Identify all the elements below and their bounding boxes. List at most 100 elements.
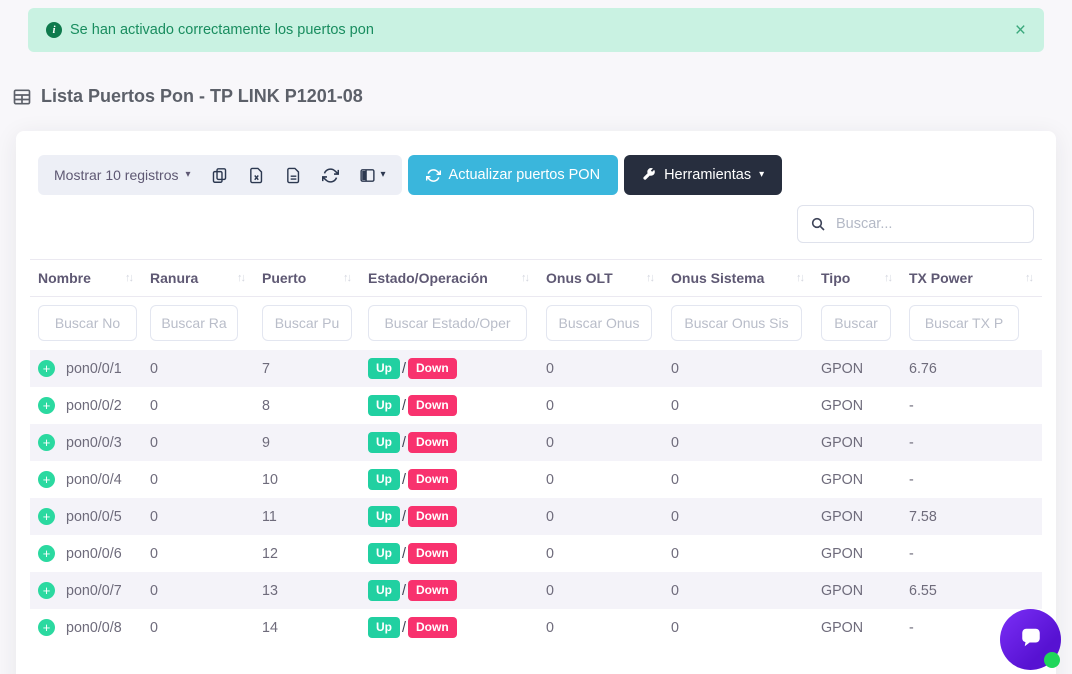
onus-olt-value: 0 — [538, 461, 663, 498]
badge-separator: / — [402, 472, 406, 488]
filter-nombre-input[interactable] — [38, 305, 137, 341]
puerto-value: 11 — [254, 498, 360, 535]
refresh-pon-ports-label: Actualizar puertos PON — [449, 167, 601, 183]
search-icon — [810, 216, 826, 232]
search-input[interactable] — [836, 216, 1023, 232]
column-header-estado[interactable]: Estado/Operación↑↓ — [360, 260, 538, 297]
down-badge[interactable]: Down — [408, 580, 457, 601]
filter-tx-power-input[interactable] — [909, 305, 1019, 341]
sort-icon: ↑↓ — [646, 272, 655, 284]
filter-onus-olt-input[interactable] — [546, 305, 652, 341]
column-label: Onus OLT — [546, 270, 613, 286]
expand-row-icon[interactable]: + — [38, 582, 55, 599]
up-badge[interactable]: Up — [368, 432, 400, 453]
file-lines-icon — [285, 167, 302, 184]
export-excel-button[interactable] — [248, 167, 265, 184]
down-badge[interactable]: Down — [408, 543, 457, 564]
down-badge[interactable]: Down — [408, 358, 457, 379]
chevron-down-icon: ▾ — [381, 170, 386, 180]
ranura-value: 0 — [142, 350, 254, 387]
badge-separator: / — [402, 583, 406, 599]
column-header-onus-olt[interactable]: Onus OLT ↑↓ — [538, 260, 663, 297]
page-title: Lista Puertos Pon - TP LINK P1201-08 — [12, 86, 1060, 107]
filter-tipo-input[interactable] — [821, 305, 891, 341]
up-badge[interactable]: Up — [368, 543, 400, 564]
port-name: pon0/0/7 — [66, 583, 122, 599]
table-row: + pon0/0/1 0 7 Up / Down 0 0 GPON 6.76 — [30, 350, 1042, 387]
refresh-pon-ports-button[interactable]: Actualizar puertos PON — [408, 155, 619, 195]
chevron-down-icon: ▾ — [185, 170, 190, 180]
export-file-button[interactable] — [285, 167, 302, 184]
chat-launcher-button[interactable] — [1000, 609, 1061, 670]
table-toolbar: Mostrar 10 registros ▾ — [38, 155, 1042, 195]
expand-row-icon[interactable]: + — [38, 471, 55, 488]
ranura-value: 0 — [142, 498, 254, 535]
down-badge[interactable]: Down — [408, 469, 457, 490]
up-badge[interactable]: Up — [368, 580, 400, 601]
up-badge[interactable]: Up — [368, 395, 400, 416]
down-badge[interactable]: Down — [408, 617, 457, 638]
down-badge[interactable]: Down — [408, 506, 457, 527]
up-badge[interactable]: Up — [368, 506, 400, 527]
column-label: Ranura — [150, 270, 198, 286]
filter-estado-input[interactable] — [368, 305, 527, 341]
down-badge[interactable]: Down — [408, 432, 457, 453]
column-header-nombre[interactable]: Nombre↑↓ — [30, 260, 142, 297]
column-header-onus-sistema[interactable]: Onus Sistema↑↓ — [663, 260, 813, 297]
column-header-tx-power[interactable]: TX Power ↑↓ — [901, 260, 1042, 297]
tipo-value: GPON — [813, 609, 901, 646]
port-name: pon0/0/8 — [66, 620, 122, 636]
tipo-value: GPON — [813, 387, 901, 424]
sort-icon: ↑↓ — [343, 272, 352, 284]
port-name: pon0/0/2 — [66, 398, 122, 414]
expand-row-icon[interactable]: + — [38, 397, 55, 414]
up-badge[interactable]: Up — [368, 617, 400, 638]
alert-message: Se han activado correctamente los puerto… — [70, 22, 374, 38]
port-name: pon0/0/6 — [66, 546, 122, 562]
refresh-icon — [426, 168, 441, 183]
copy-icon — [211, 167, 228, 184]
up-badge[interactable]: Up — [368, 358, 400, 379]
chat-bubble-icon — [1015, 625, 1047, 655]
column-header-ranura[interactable]: Ranura↑↓ — [142, 260, 254, 297]
expand-row-icon[interactable]: + — [38, 434, 55, 451]
table-header-row: Nombre↑↓ Ranura↑↓ Puerto↑↓ Estado/Operac… — [30, 260, 1042, 297]
down-badge[interactable]: Down — [408, 395, 457, 416]
filter-puerto-input[interactable] — [262, 305, 352, 341]
tx-power-value: - — [901, 424, 1042, 461]
onus-olt-value: 0 — [538, 350, 663, 387]
column-label: Tipo — [821, 270, 850, 286]
tx-power-value: - — [901, 461, 1042, 498]
filter-ranura-input[interactable] — [150, 305, 238, 341]
column-header-tipo[interactable]: Tipo↑↓ — [813, 260, 901, 297]
tools-dropdown-button[interactable]: Herramientas ▾ — [624, 155, 782, 195]
column-label: TX Power — [909, 270, 973, 286]
close-icon[interactable]: × — [1015, 21, 1026, 40]
expand-row-icon[interactable]: + — [38, 360, 55, 377]
entries-per-page-select[interactable]: Mostrar 10 registros ▾ — [54, 167, 191, 183]
reload-table-button[interactable] — [322, 167, 339, 184]
puerto-value: 9 — [254, 424, 360, 461]
onus-sistema-value: 0 — [663, 498, 813, 535]
column-header-puerto[interactable]: Puerto↑↓ — [254, 260, 360, 297]
port-name: pon0/0/5 — [66, 509, 122, 525]
onus-sistema-value: 0 — [663, 609, 813, 646]
filter-onus-sistema-input[interactable] — [671, 305, 802, 341]
sort-icon: ↑↓ — [1025, 272, 1034, 284]
column-visibility-button[interactable]: ▾ — [359, 167, 386, 184]
search-box — [797, 205, 1034, 243]
up-badge[interactable]: Up — [368, 469, 400, 490]
page-title-text: Lista Puertos Pon - TP LINK P1201-08 — [41, 86, 363, 107]
online-status-dot — [1044, 652, 1060, 668]
sort-icon: ↑↓ — [125, 272, 134, 284]
table-row: + pon0/0/5 0 11 Up / Down 0 0 GPON 7.58 — [30, 498, 1042, 535]
expand-row-icon[interactable]: + — [38, 508, 55, 525]
ranura-value: 0 — [142, 535, 254, 572]
expand-row-icon[interactable]: + — [38, 619, 55, 636]
ports-card: Mostrar 10 registros ▾ — [16, 131, 1056, 674]
expand-row-icon[interactable]: + — [38, 545, 55, 562]
copy-button[interactable] — [211, 167, 228, 184]
onus-sistema-value: 0 — [663, 461, 813, 498]
chevron-down-icon: ▾ — [759, 170, 764, 180]
tipo-value: GPON — [813, 498, 901, 535]
